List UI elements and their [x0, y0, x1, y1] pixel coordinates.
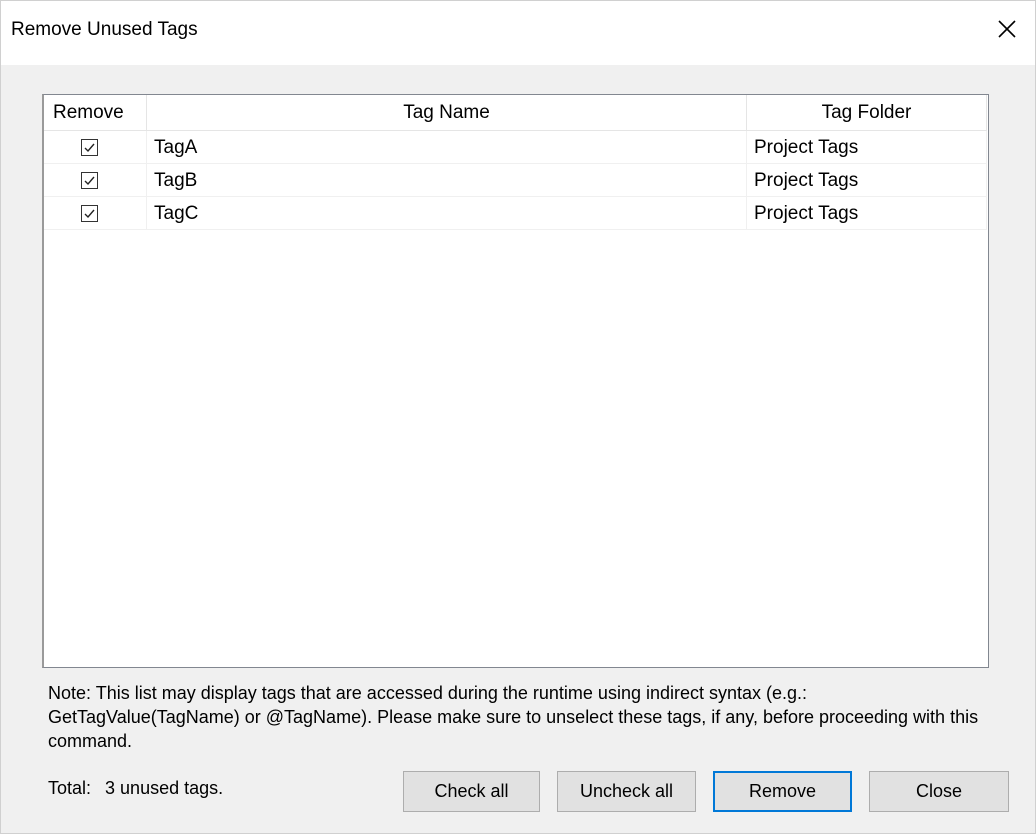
remove-checkbox[interactable]	[81, 172, 98, 189]
remove-unused-tags-dialog: Remove Unused Tags Remove Tag Name Tag F…	[0, 0, 1036, 834]
total-value: 3 unused tags.	[105, 778, 224, 798]
close-icon[interactable]	[993, 15, 1021, 43]
remove-checkbox[interactable]	[81, 205, 98, 222]
tag-name-cell: TagA	[147, 131, 747, 164]
table-row[interactable]: TagB Project Tags	[44, 164, 988, 197]
remove-button[interactable]: Remove	[713, 771, 852, 812]
total-label: Total:	[48, 778, 92, 798]
note-text: Note: This list may display tags that ar…	[48, 683, 979, 751]
total-summary: Total: 3 unused tags.	[48, 778, 223, 799]
tag-name-cell: TagC	[147, 197, 747, 230]
table-row[interactable]: TagA Project Tags	[44, 131, 988, 164]
remove-cell	[44, 164, 147, 197]
tag-folder-cell: Project Tags	[747, 164, 987, 197]
tag-name-cell: TagB	[147, 164, 747, 197]
close-button[interactable]: Close	[869, 771, 1009, 812]
remove-cell	[44, 197, 147, 230]
remove-checkbox[interactable]	[81, 139, 98, 156]
window-title: Remove Unused Tags	[11, 19, 198, 40]
list-header: Remove Tag Name Tag Folder	[44, 95, 988, 131]
uncheck-all-button[interactable]: Uncheck all	[557, 771, 696, 812]
title-bar: Remove Unused Tags	[1, 1, 1035, 65]
tag-folder-cell: Project Tags	[747, 131, 987, 164]
column-header-tag-name[interactable]: Tag Name	[147, 95, 747, 131]
tags-list[interactable]: Remove Tag Name Tag Folder TagA Project …	[42, 94, 989, 668]
list-rows: TagA Project Tags TagB Project Tags TagC…	[44, 131, 988, 230]
column-header-remove[interactable]: Remove	[44, 95, 147, 131]
column-header-tag-folder[interactable]: Tag Folder	[747, 95, 987, 131]
remove-cell	[44, 131, 147, 164]
check-all-button[interactable]: Check all	[403, 771, 540, 812]
table-row[interactable]: TagC Project Tags	[44, 197, 988, 230]
tag-folder-cell: Project Tags	[747, 197, 987, 230]
